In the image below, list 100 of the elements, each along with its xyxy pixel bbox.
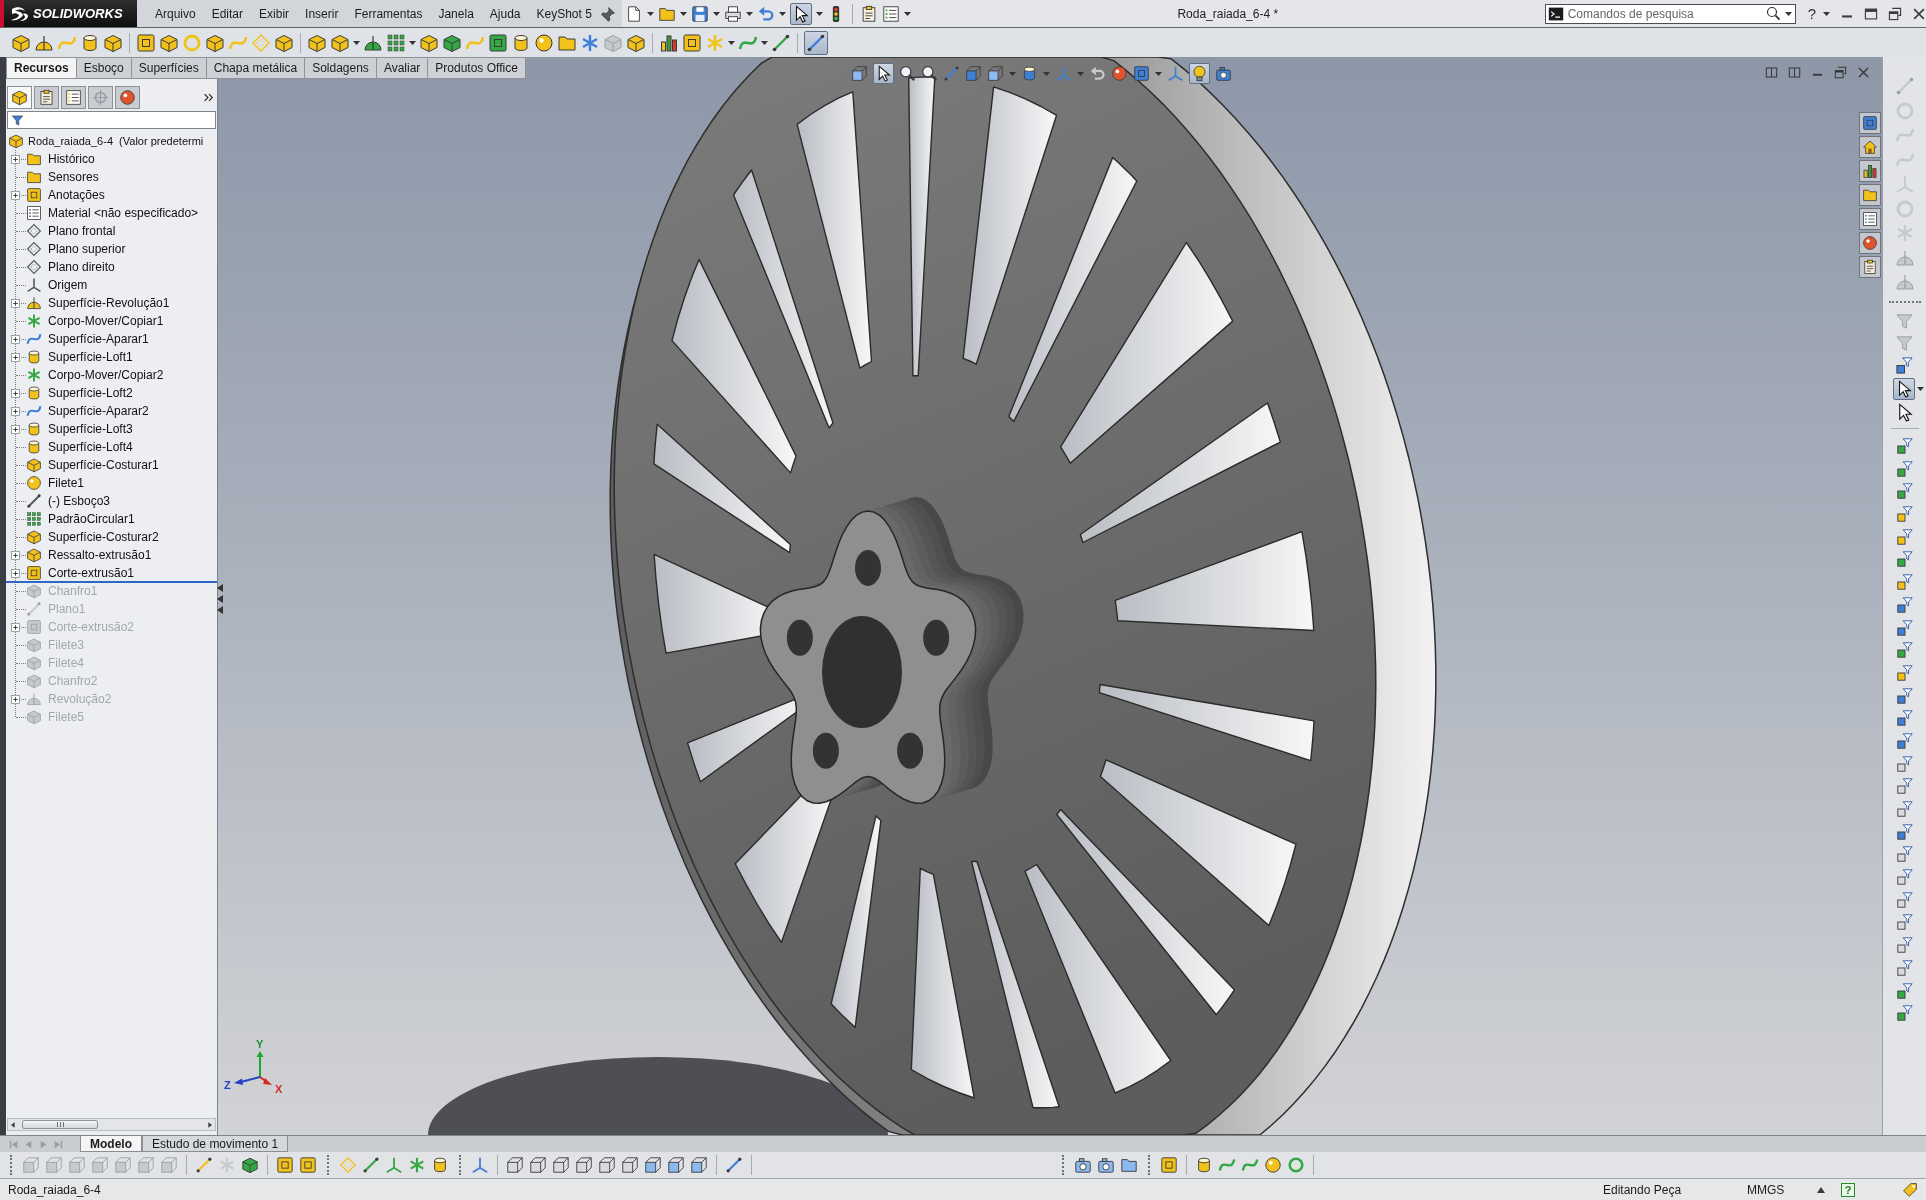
feature-item[interactable]: Histórico: [48, 152, 95, 166]
pin-icon[interactable]: [599, 5, 616, 22]
search-box[interactable]: Comandos de pesquisa: [1544, 3, 1796, 24]
menu-item[interactable]: Editar: [203, 6, 252, 21]
feature-item[interactable]: Plano direito: [48, 260, 115, 274]
feature-item[interactable]: Corte-extrusão1: [48, 566, 135, 580]
command-tab[interactable]: Produtos Office: [428, 57, 526, 79]
line-icon[interactable]: [195, 1156, 213, 1174]
filter-icon[interactable]: [1895, 822, 1914, 841]
plus-box-icon[interactable]: [11, 352, 20, 362]
menu-item[interactable]: Janela: [430, 6, 482, 21]
printer-icon[interactable]: [723, 4, 742, 23]
filter-icon[interactable]: [1895, 731, 1914, 750]
plus-box-icon[interactable]: [11, 550, 20, 560]
axes-icon[interactable]: [471, 1156, 489, 1174]
cube-icon[interactable]: [575, 1156, 593, 1174]
feature-item[interactable]: Plano frontal: [48, 224, 116, 238]
double-chevron-icon[interactable]: [203, 91, 214, 103]
scrollbar-thumb[interactable]: [22, 1120, 98, 1129]
block-icon[interactable]: [274, 32, 294, 53]
magnifier-icon[interactable]: [921, 65, 938, 82]
caret-icon[interactable]: [353, 40, 360, 45]
folder-icon[interactable]: [1120, 1156, 1138, 1174]
block-icon[interactable]: [307, 32, 327, 53]
square-icon[interactable]: [276, 1156, 294, 1174]
caret-icon[interactable]: [712, 11, 720, 16]
filter-icon[interactable]: [1895, 595, 1914, 614]
magnifier-icon[interactable]: [899, 65, 916, 82]
block-icon[interactable]: [159, 32, 179, 53]
close-icon[interactable]: [1912, 6, 1926, 21]
restore-icon[interactable]: [1834, 66, 1847, 79]
help-button[interactable]: ?: [1841, 1182, 1855, 1197]
caret-icon[interactable]: [728, 40, 735, 45]
filter-icon[interactable]: [1895, 641, 1914, 660]
feature-item[interactable]: Anotações: [48, 188, 105, 202]
scroll-right-icon[interactable]: [206, 1120, 214, 1129]
block-icon[interactable]: [442, 32, 462, 53]
feature-item[interactable]: Superfície-Loft1: [48, 350, 133, 364]
units-status[interactable]: MMGS: [1747, 1182, 1813, 1197]
block-icon[interactable]: [205, 32, 225, 53]
block-icon[interactable]: [103, 32, 123, 53]
feature-item[interactable]: Ressalto-extrusão1: [48, 548, 152, 562]
camera-icon[interactable]: [1074, 1156, 1092, 1174]
caret-icon[interactable]: [1917, 387, 1924, 391]
task-pane-tab[interactable]: [1859, 112, 1881, 134]
sphere-icon[interactable]: [1111, 65, 1128, 82]
block-icon[interactable]: [330, 32, 350, 53]
task-pane-tab[interactable]: [1859, 184, 1881, 206]
filter-field[interactable]: [7, 111, 216, 129]
command-tab[interactable]: Soldagens: [305, 57, 377, 79]
feature-item[interactable]: Sensores: [48, 170, 99, 184]
filter-icon[interactable]: [1895, 550, 1914, 569]
cylinder-icon[interactable]: [1021, 65, 1038, 82]
sphere-icon[interactable]: [1264, 1156, 1282, 1174]
search-field[interactable]: Comandos de pesquisa: [1567, 6, 1762, 21]
terminal-icon[interactable]: [1547, 5, 1564, 22]
feature-item[interactable]: Superfície-Loft2: [48, 386, 133, 400]
menu-item[interactable]: Ajuda: [481, 6, 529, 21]
cube-icon[interactable]: [552, 1156, 570, 1174]
panel-tab[interactable]: [115, 85, 140, 109]
undo-icon[interactable]: [1089, 65, 1106, 82]
feature-item[interactable]: Origem: [48, 278, 88, 292]
block-icon[interactable]: [419, 32, 439, 53]
line-icon[interactable]: [771, 32, 791, 53]
caret-icon[interactable]: [679, 11, 687, 16]
plus-box-icon[interactable]: [11, 334, 20, 344]
task-pane-tab[interactable]: [1859, 232, 1881, 254]
square-icon[interactable]: [299, 1156, 317, 1174]
block-icon[interactable]: [626, 32, 646, 53]
task-pane-tab[interactable]: [1859, 208, 1881, 230]
square-icon[interactable]: [488, 32, 508, 53]
camera-icon[interactable]: [1097, 1156, 1115, 1174]
tag-icon[interactable]: [1902, 1181, 1918, 1198]
help-button[interactable]: ?: [1807, 6, 1816, 21]
feature-item[interactable]: Filete1: [48, 476, 85, 490]
feature-item[interactable]: Corpo-Mover/Copiar1: [48, 314, 164, 328]
window-tile-icon[interactable]: [1788, 66, 1801, 79]
search-icon[interactable]: [1765, 6, 1781, 21]
cube-icon[interactable]: [690, 1156, 708, 1174]
filter-icon[interactable]: [1895, 482, 1914, 501]
panel-tab[interactable]: [34, 85, 59, 109]
caret-icon[interactable]: [745, 11, 753, 16]
plus-box-icon[interactable]: [11, 622, 20, 632]
close-icon[interactable]: [1857, 66, 1870, 79]
cylinder-icon[interactable]: [511, 32, 531, 53]
line-icon[interactable]: [725, 1156, 743, 1174]
feature-item[interactable]: Superfície-Loft3: [48, 422, 133, 436]
plus-box-icon[interactable]: [11, 694, 20, 704]
menu-item[interactable]: Exibir: [251, 6, 298, 21]
filter-icon[interactable]: [1895, 356, 1914, 375]
caret-icon[interactable]: [1155, 71, 1162, 76]
window-tile-icon[interactable]: [1765, 66, 1778, 79]
cube-icon[interactable]: [506, 1156, 524, 1174]
maximize-icon[interactable]: [1864, 6, 1878, 21]
feature-item[interactable]: (-) Esboço3: [48, 494, 111, 508]
cube-icon[interactable]: [851, 65, 868, 82]
restore-icon[interactable]: [1888, 6, 1902, 21]
feature-item[interactable]: PadrãoCircular1: [48, 512, 135, 526]
filter-icon[interactable]: [1895, 686, 1914, 705]
menu-item[interactable]: Ferramentas: [346, 6, 431, 21]
